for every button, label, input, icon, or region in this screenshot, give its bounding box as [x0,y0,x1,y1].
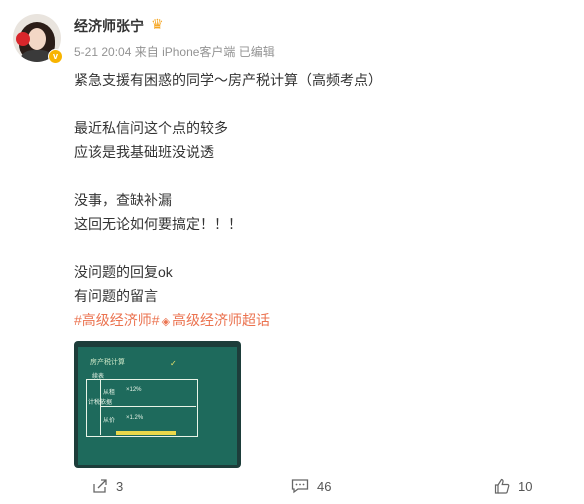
username[interactable]: 经济师张宁 [74,16,144,36]
board-left-label: 计税依据 [88,400,113,406]
content-line [74,164,554,188]
content-line: 没问题的回复ok [74,264,173,280]
content-line [74,236,554,260]
blackboard: 房产税计算 续表 计税依据 从租 从价 ×12% ×1.2% ✓ [78,347,237,465]
avatar-face [28,28,46,50]
comment-icon [291,479,309,494]
content-line: 最近私信问这个点的较多 [74,120,228,136]
like-count: 10 [518,478,533,494]
comment-button[interactable]: 46 [291,478,331,494]
content-line: 这回无论如何要搞定！！！ [74,216,242,232]
repost-icon [93,479,107,493]
content-line: 有问题的留言 [74,288,158,304]
avatar-rose [16,32,30,46]
thumbs-up-icon [494,478,510,494]
board-row-label: 从租 [103,390,116,396]
comment-count: 46 [317,478,332,494]
board-formula: ×12% [126,387,142,393]
crown-icon: ♛ [151,16,164,32]
board-row-line [100,406,196,407]
board-title: 房产税计算 [90,359,125,366]
board-row-label: 从价 [103,418,116,424]
like-button[interactable]: 10 [494,478,532,494]
post-meta: 5-21 20:04 来自 iPhone客户端 已编辑 [74,43,275,60]
board-highlight [116,431,176,435]
content-line: 应该是我基础班没说透 [74,144,214,160]
content-line [74,92,554,116]
repost-count: 3 [116,478,124,494]
verified-v-icon: v [48,49,63,64]
edited-label[interactable]: 已编辑 [239,45,275,59]
handwriting-mark: ✓ [170,359,177,368]
post-source: 来自 iPhone客户端 [134,45,236,59]
post-image[interactable]: 房产税计算 续表 计税依据 从租 从价 ×12% ×1.2% ✓ [74,341,241,468]
post-content: 紧急支援有困惑的同学～房产税计算（高频考点） 最近私信问这个点的较多 应该是我基… [74,68,554,332]
topic-tags: #高级经济师# ◈ 高级经济师超话 [74,308,554,332]
content-line: 没事，查缺补漏 [74,192,172,208]
content-line: 紧急支援有困惑的同学～房产税计算（高频考点） [74,72,382,88]
post-time[interactable]: 5-21 20:04 [74,45,131,59]
board-formula: ×1.2% [126,415,144,421]
topic-tag-link[interactable]: #高级经济师# [74,312,160,328]
supertopic-link[interactable]: 高级经济师超话 [172,312,270,328]
board-column-line [100,379,101,435]
supertopic-diamond-icon: ◈ [161,316,171,328]
repost-button[interactable]: 3 [92,478,123,494]
